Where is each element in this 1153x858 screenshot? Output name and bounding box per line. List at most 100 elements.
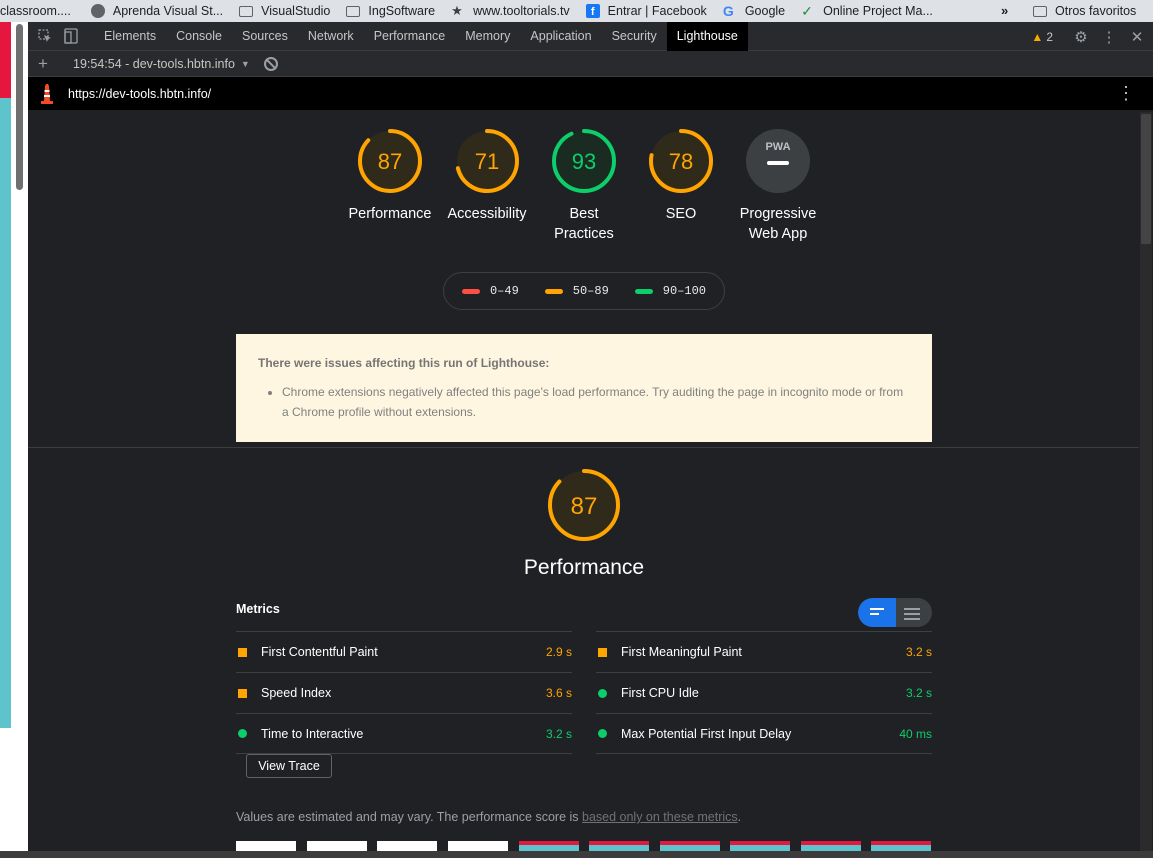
warning-item: Chrome extensions negatively affected th…: [282, 382, 910, 422]
metrics-heading: Metrics: [236, 602, 280, 616]
bookmark-item[interactable]: IngSoftware: [346, 0, 435, 22]
bookmark-item[interactable]: classroom....: [0, 0, 71, 22]
score-number: 78: [669, 149, 693, 174]
lighthouse-logo-icon: [41, 83, 53, 104]
horizontal-scrollbar[interactable]: [0, 851, 1153, 858]
close-icon[interactable]: ✕: [1123, 28, 1151, 46]
gauge-label: Performance: [348, 206, 432, 222]
score-gauge-best-practices: 93: [552, 129, 616, 193]
metric-max-potential-fid: Max Potential First Input Delay 40 ms: [596, 713, 932, 754]
clear-icon[interactable]: [263, 56, 278, 71]
bookmark-item[interactable]: f Entrar | Facebook: [585, 0, 707, 22]
metric-first-meaningful-paint: First Meaningful Paint 3.2 s: [596, 631, 932, 672]
tab-elements[interactable]: Elements: [94, 22, 166, 51]
legend-swatch: [544, 288, 563, 294]
compact-view-icon: [870, 608, 884, 618]
metric-name: First Meaningful Paint: [621, 645, 742, 659]
star-icon: ★: [451, 3, 463, 18]
expanded-view-icon[interactable]: [904, 608, 920, 623]
bookmark-item[interactable]: VisualStudio: [239, 0, 330, 22]
metric-name: Time to Interactive: [261, 726, 364, 741]
pwa-badge-icon: PWA: [746, 129, 810, 193]
report-selector[interactable]: 19:54:54 - dev-tools.hbtn.info: [73, 57, 235, 71]
more-options-icon[interactable]: ⋮: [1095, 28, 1123, 46]
bookmark-label: Entrar | Facebook: [607, 4, 707, 18]
other-bookmarks-label: Otros favoritos: [1055, 4, 1137, 18]
metric-name: Speed Index: [261, 686, 332, 700]
report-url: https://dev-tools.hbtn.info/: [68, 86, 212, 101]
compact-view-button[interactable]: [858, 598, 896, 627]
warnings-title: There were issues affecting this run of …: [258, 356, 550, 370]
pass-circle-icon: [598, 729, 607, 738]
bookmark-item[interactable]: ✓ Online Project Ma...: [801, 0, 933, 22]
score-number: 71: [475, 149, 499, 174]
tab-lighthouse[interactable]: Lighthouse: [666, 21, 748, 51]
page-scrollbar[interactable]: [16, 24, 23, 190]
inspect-element-icon[interactable]: [32, 22, 58, 51]
bookmark-label: IngSoftware: [368, 4, 436, 18]
average-square-icon: [238, 647, 247, 657]
view-trace-button[interactable]: View Trace: [246, 754, 332, 778]
metric-value: 3.2 s: [545, 726, 572, 741]
legend-item: 50–89: [544, 284, 609, 298]
other-bookmarks-button[interactable]: Otros favoritos: [1033, 0, 1136, 22]
warnings-counter[interactable]: ▲ 2: [1031, 30, 1053, 44]
score-gauge-performance: 87: [358, 129, 422, 193]
tab-memory[interactable]: Memory: [455, 22, 520, 51]
gauge-label: Accessibility: [447, 206, 527, 222]
tab-performance[interactable]: Performance: [364, 22, 456, 51]
lighthouse-toolbar: + 19:54:54 - dev-tools.hbtn.info ▼: [28, 51, 1153, 77]
tab-security[interactable]: Security: [602, 22, 667, 51]
gauge-label: SEO: [665, 206, 697, 222]
metric-value: 3.6 s: [545, 686, 572, 700]
score-legend: 0–49 50–89 90–100: [443, 272, 725, 310]
metric-value: 40 ms: [899, 726, 932, 741]
performance-gauge: 87: [547, 468, 621, 545]
legend-range: 90–100: [662, 284, 707, 298]
report-url-bar: https://dev-tools.hbtn.info/ ⋮: [28, 77, 1153, 110]
new-report-button[interactable]: +: [28, 54, 58, 74]
score-gauge-seo: 78: [649, 129, 713, 193]
performance-title: Performance: [523, 556, 645, 579]
check-icon: ✓: [801, 3, 813, 19]
score-number: 87: [378, 149, 402, 174]
tab-console[interactable]: Console: [166, 22, 232, 51]
report-menu-icon[interactable]: ⋮: [1117, 83, 1135, 103]
score-number: 87: [571, 493, 598, 520]
metric-name: First CPU Idle: [621, 686, 699, 700]
warning-icon: ▲: [1031, 29, 1044, 44]
page-body-band: [0, 98, 11, 728]
tab-network[interactable]: Network: [298, 22, 364, 51]
report-scrollbar-thumb[interactable]: [1141, 114, 1151, 244]
gauge-label: Progressive Web App: [739, 206, 817, 242]
gauge-accessibility[interactable]: 71 Accessibility: [437, 128, 537, 224]
bookmark-item[interactable]: G Google: [723, 0, 785, 22]
gauge-seo[interactable]: 78 SEO: [631, 128, 731, 224]
metrics-link[interactable]: based only on these metrics: [582, 810, 738, 824]
lighthouse-report: 87 Performance 71 Accessibility 93 Best …: [28, 110, 1139, 858]
bookmark-item[interactable]: ★ www.tooltorials.tv: [451, 0, 570, 22]
device-toolbar-icon[interactable]: [58, 22, 84, 51]
run-warnings-box: There were issues affecting this run of …: [236, 334, 932, 442]
bookmarks-overflow-button[interactable]: »: [1001, 0, 1008, 22]
score-number: 93: [572, 149, 596, 174]
metrics-note: Values are estimated and may vary. The p…: [236, 810, 741, 824]
bookmark-label: Online Project Ma...: [823, 4, 933, 18]
tab-sources[interactable]: Sources: [232, 22, 298, 51]
gauge-pwa[interactable]: PWA Progressive Web App: [728, 128, 828, 244]
tab-application[interactable]: Application: [520, 22, 601, 51]
bookmark-item[interactable]: Aprenda Visual St...: [90, 0, 223, 22]
gauge-best-practices[interactable]: 93 Best Practices: [534, 128, 634, 244]
folder-icon: [346, 5, 361, 17]
legend-range: 50–89: [572, 284, 609, 298]
facebook-icon: f: [585, 4, 600, 18]
chevron-down-icon[interactable]: ▼: [241, 59, 250, 69]
gauge-performance[interactable]: 87 Performance: [340, 128, 440, 224]
legend-swatch: [461, 288, 480, 294]
devtools-tabs: Elements Console Sources Network Perform…: [94, 21, 748, 51]
legend-range: 0–49: [489, 284, 519, 298]
metrics-view-toggle[interactable]: [858, 598, 932, 627]
metric-value: 3.2 s: [905, 686, 932, 700]
gear-icon[interactable]: ⚙: [1067, 28, 1095, 46]
bookmark-label: www.tooltorials.tv: [473, 4, 570, 18]
